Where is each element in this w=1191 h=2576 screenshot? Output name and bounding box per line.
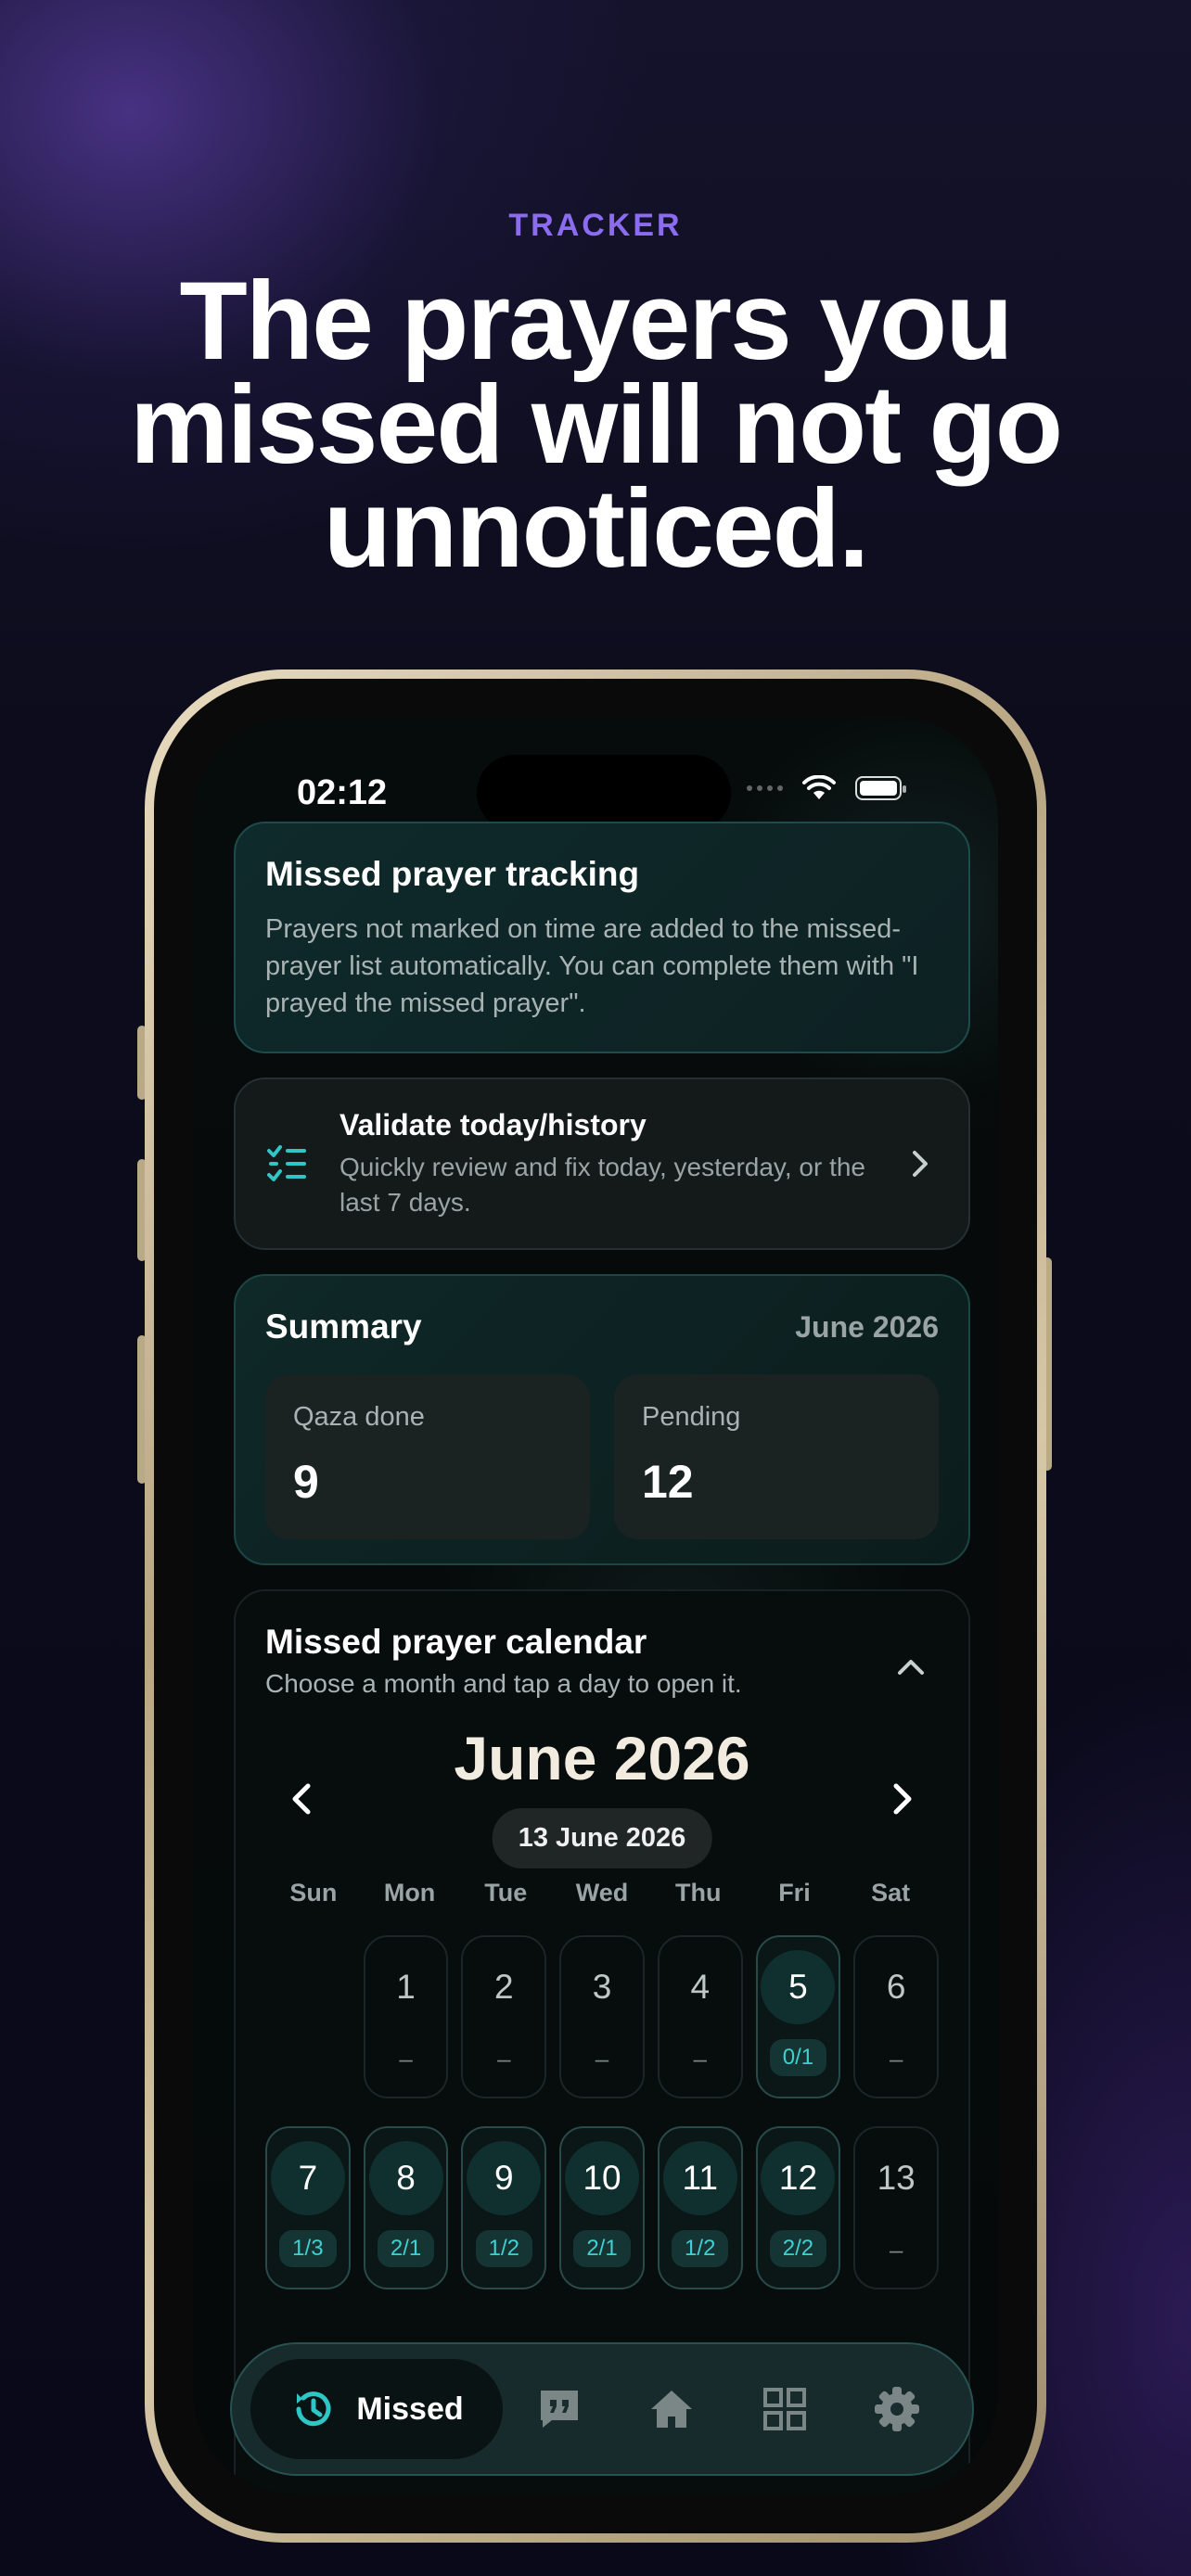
day-count: – [399, 2045, 413, 2072]
stat-value: 9 [293, 1456, 319, 1508]
history-icon [296, 2391, 331, 2427]
wifi-icon [802, 775, 836, 799]
validate-title: Validate today/history [339, 1107, 647, 1141]
calendar-day[interactable]: 9 1/2 [461, 2126, 547, 2289]
eyebrow-label: TRACKER [508, 208, 683, 243]
weekday-label: Tue [484, 1879, 528, 1906]
stat-value: 12 [642, 1456, 694, 1508]
chevron-right-icon [913, 1151, 928, 1177]
day-count: 2/1 [573, 2230, 631, 2267]
weekday-label: Sat [871, 1879, 911, 1906]
day-count: 1/2 [475, 2230, 532, 2267]
day-number: 4 [690, 1968, 711, 2006]
weekday-label: Thu [674, 1879, 722, 1906]
calendar-day[interactable]: 3– [559, 1935, 645, 2098]
validate-subtitle: Quickly review and fix today, yesterday,… [339, 1152, 865, 1217]
quote-icon [540, 2391, 578, 2428]
day-number: 6 [886, 1968, 906, 2006]
day-number: 12 [761, 2141, 836, 2215]
missed-tracking-title: Missed prayer tracking [265, 855, 640, 893]
day-number: 3 [592, 1968, 612, 2006]
weekday-label: Mon [383, 1879, 436, 1906]
calendar-day[interactable]: 13 – [853, 2126, 940, 2289]
day-count: – [693, 2045, 707, 2072]
tab-settings[interactable] [841, 2385, 954, 2433]
calendar-day[interactable]: 5 0/1 [755, 1935, 841, 2098]
tab-grid[interactable] [728, 2385, 841, 2433]
day-number: 9 [467, 2141, 542, 2215]
day-number: 5 [761, 1950, 836, 2024]
summary-title: Summary [265, 1307, 422, 1345]
phone-frame: 02:12 Missed prayer tracking Prayers not… [145, 670, 1046, 2543]
stat-label: Qaza done [293, 1402, 425, 1432]
phone-bezel: 02:12 Missed prayer tracking Prayers not… [154, 679, 1037, 2533]
calendar-day[interactable]: 2– [461, 1935, 547, 2098]
tab-missed-label: Missed [356, 2391, 464, 2427]
missed-tracking-card: Missed prayer tracking Prayers not marke… [234, 822, 970, 1053]
missed-tracking-body: Prayers not marked on time are added to … [265, 914, 919, 1018]
weekday-label: Fri [778, 1879, 811, 1906]
day-number: 13 [877, 2159, 916, 2197]
validate-history-button[interactable]: Validate today/history Quickly review an… [234, 1078, 970, 1250]
status-time: 02:12 [297, 773, 388, 812]
checklist-icon [267, 1145, 306, 1181]
calendar-day-empty [265, 1935, 351, 2098]
battery-icon [855, 776, 906, 800]
summary-card: Summary June 2026 Qaza done 9 Pending 12 [234, 1274, 970, 1565]
calendar-day[interactable]: 8 2/1 [363, 2126, 449, 2289]
status-icons [747, 775, 906, 801]
summary-month: June 2026 [795, 1309, 939, 1344]
calendar-day[interactable]: 1– [363, 1935, 449, 2098]
home-icon [651, 2391, 693, 2428]
day-count: – [889, 2045, 903, 2072]
next-month-button[interactable] [881, 1779, 922, 1819]
day-count: – [889, 2236, 903, 2264]
day-number: 10 [565, 2141, 640, 2215]
calendar-day[interactable]: 4– [657, 1935, 743, 2098]
day-count: 1/3 [279, 2230, 337, 2267]
qaza-done-stat: Qaza done 9 [265, 1374, 590, 1539]
day-number: 1 [396, 1968, 416, 2006]
day-number: 8 [368, 2141, 443, 2215]
dynamic-island [477, 755, 731, 831]
day-number: 11 [662, 2141, 737, 2215]
weekday-header: Sun Mon Tue Wed Thu Fri Sat [265, 1879, 939, 1907]
settings-icon [875, 2387, 920, 2431]
weekday-label: Sun [289, 1879, 338, 1906]
tab-missed[interactable]: Missed [250, 2359, 503, 2459]
grid-icon [762, 2388, 806, 2430]
weekday-label: Wed [575, 1879, 629, 1906]
calendar-day[interactable]: 12 2/2 [755, 2126, 841, 2289]
calendar-day[interactable]: 7 1/3 [265, 2126, 351, 2289]
pending-stat: Pending 12 [614, 1374, 939, 1539]
tab-home[interactable] [616, 2385, 729, 2433]
calendar-day[interactable]: 11 1/2 [657, 2126, 743, 2289]
signal-icon [747, 785, 783, 791]
calendar-title: Missed prayer calendar [265, 1623, 647, 1661]
selected-date-pill[interactable]: 13 June 2026 [492, 1808, 712, 1868]
prev-month-button[interactable] [282, 1779, 323, 1819]
calendar-week: 1– 2– 3– 4– 5 0/1 6– [265, 1935, 940, 2098]
day-number: 2 [494, 1968, 514, 2006]
day-count: – [497, 2045, 511, 2072]
app-screen: 02:12 Missed prayer tracking Prayers not… [193, 718, 998, 2494]
day-count: 2/2 [769, 2230, 827, 2267]
calendar-month-label: June 2026 [454, 1724, 750, 1792]
day-count: 0/1 [769, 2039, 827, 2076]
day-count: 2/1 [377, 2230, 435, 2267]
stat-label: Pending [642, 1402, 741, 1432]
day-count: 1/2 [672, 2230, 729, 2267]
bottom-tab-bar: Missed [230, 2342, 974, 2476]
calendar-subtitle: Choose a month and tap a day to open it. [265, 1669, 742, 1698]
calendar-week: 7 1/3 8 2/1 9 1/2 10 2/1 11 1/2 12 2/2 13– [265, 2126, 940, 2289]
calendar-day[interactable]: 6– [853, 1935, 940, 2098]
calendar-day[interactable]: 10 2/1 [559, 2126, 645, 2289]
chevron-up-icon[interactable] [892, 1649, 929, 1686]
day-number: 7 [270, 2141, 345, 2215]
tab-quotes[interactable] [503, 2385, 616, 2433]
day-count: – [595, 2045, 609, 2072]
marketing-headline: The prayers you missed will not go unnot… [129, 259, 1063, 591]
